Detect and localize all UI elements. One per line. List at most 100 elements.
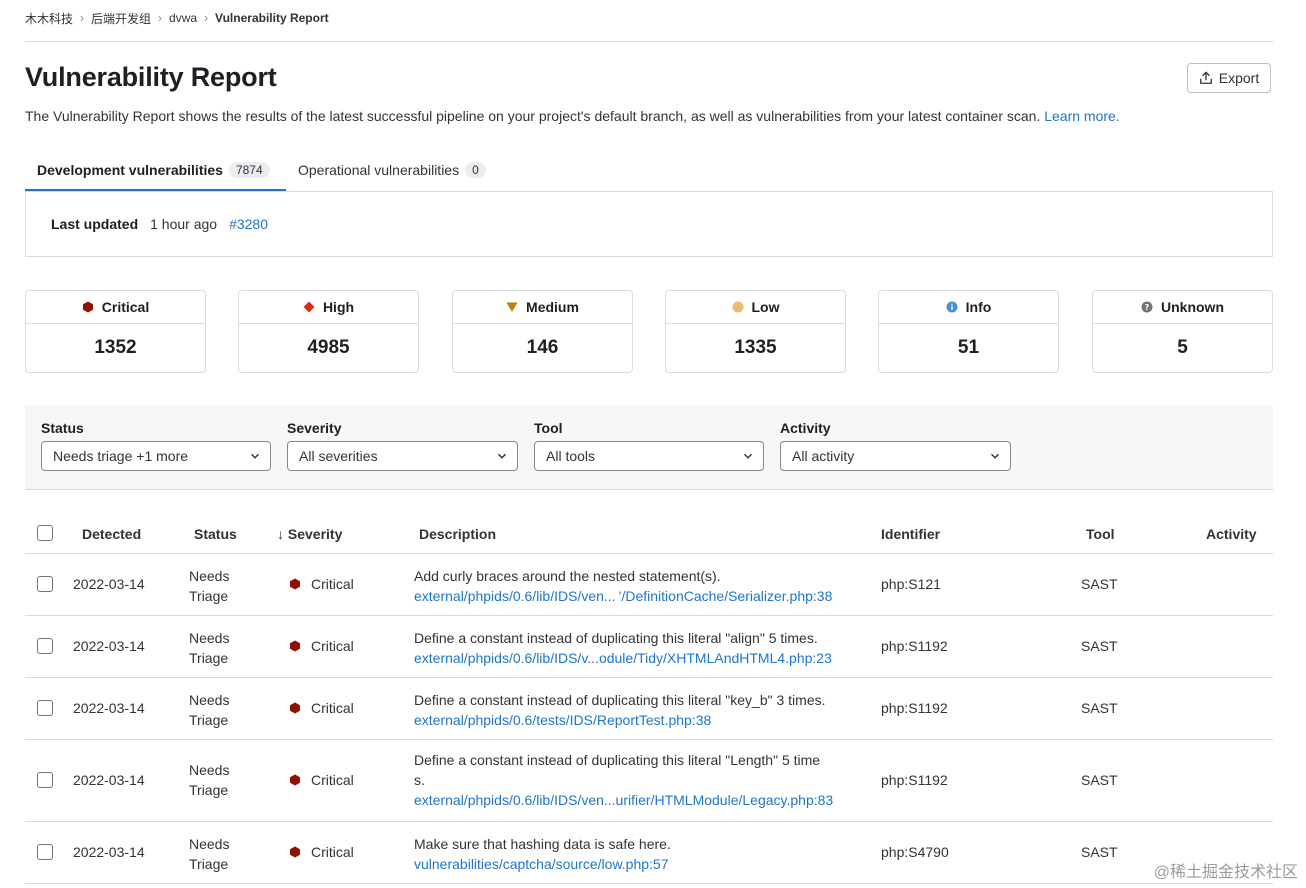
column-tool[interactable]: Tool xyxy=(1086,526,1115,542)
detected-date: 2022-03-14 xyxy=(73,772,145,788)
status-text: Needs xyxy=(189,762,230,778)
severity-critical-icon xyxy=(290,846,300,858)
status-text: Triage xyxy=(189,712,229,728)
watermark: @稀土掘金技术社区 xyxy=(1153,864,1298,881)
description-text[interactable]: Make sure that hashing data is safe here… xyxy=(414,836,671,852)
identifier-cell: php:S4790 xyxy=(881,844,949,860)
column-description[interactable]: Description xyxy=(419,526,496,542)
table-row[interactable]: 2022-03-14 Needs Triage Critical Define a… xyxy=(25,616,1273,678)
column-activity[interactable]: Activity xyxy=(1206,526,1257,542)
card-count: 1335 xyxy=(734,337,777,358)
tool-cell: SAST xyxy=(1081,844,1118,860)
severity-high-icon xyxy=(303,301,315,313)
filter-label: Activity xyxy=(780,420,831,436)
severity-cell: Critical xyxy=(289,576,354,592)
header-divider xyxy=(25,41,1273,42)
row-checkbox[interactable] xyxy=(37,576,53,592)
chevron-right-icon: › xyxy=(158,11,163,25)
status-text: Needs xyxy=(189,630,230,646)
column-detected[interactable]: Detected xyxy=(82,526,141,542)
tab-count-badge: 7874 xyxy=(228,161,270,178)
breadcrumb-item-group[interactable]: 木木科技 xyxy=(25,10,73,27)
dropdown-value: Needs triage +1 more xyxy=(53,448,189,464)
status-dropdown[interactable]: Needs triage +1 more xyxy=(41,441,271,471)
row-checkbox[interactable] xyxy=(37,844,53,860)
dropdown-value: All tools xyxy=(546,448,596,464)
severity-card-unknown: ? Unknown 5 xyxy=(1092,290,1273,373)
filter-tool: Tool All tools xyxy=(534,420,764,471)
severity-medium-icon xyxy=(506,302,518,312)
description-cell: Add curly braces around the nested state… xyxy=(414,566,832,606)
severity-critical-icon xyxy=(290,640,300,652)
chevron-down-icon xyxy=(497,453,507,459)
tab-operational-vulnerabilities[interactable]: Operational vulnerabilities 0 xyxy=(286,150,498,190)
description-text[interactable]: Define a constant instead of duplicating… xyxy=(414,752,820,768)
severity-low-icon xyxy=(732,301,743,313)
detected-date: 2022-03-14 xyxy=(73,700,145,716)
chevron-right-icon: › xyxy=(80,11,85,25)
severity-card-critical: Critical 1352 xyxy=(25,290,206,373)
file-location-link[interactable]: external/phpids/0.6/lib/IDS/v...odule/Ti… xyxy=(414,648,832,668)
description-text[interactable]: Add curly braces around the nested state… xyxy=(414,568,721,584)
chevron-down-icon xyxy=(250,453,260,459)
card-header: Low xyxy=(666,291,845,324)
severity-unknown-icon: ? xyxy=(1141,301,1153,313)
card-count: 146 xyxy=(526,337,559,358)
file-location-link[interactable]: vulnerabilities/captcha/source/low.php:5… xyxy=(414,854,671,874)
pipeline-status-box: Last updated 1 hour ago #3280 xyxy=(25,192,1273,257)
filter-label: Status xyxy=(41,420,84,436)
pipeline-link[interactable]: #3280 xyxy=(229,216,268,232)
status-cell: Needs Triage xyxy=(189,834,229,874)
description-text-wrap[interactable]: s. xyxy=(414,772,425,788)
export-label: Export xyxy=(1218,70,1260,86)
severity-label: Critical xyxy=(311,700,354,716)
export-button[interactable]: Export xyxy=(1187,63,1271,93)
severity-dropdown[interactable]: All severities xyxy=(287,441,518,471)
tool-dropdown[interactable]: All tools xyxy=(534,441,764,471)
description-text[interactable]: Define a constant instead of duplicating… xyxy=(414,692,826,708)
row-checkbox[interactable] xyxy=(37,638,53,654)
table-row[interactable]: 2022-03-14 Needs Triage Critical Define a… xyxy=(25,740,1273,822)
severity-cell: Critical xyxy=(289,700,354,716)
severity-card-high: High 4985 xyxy=(238,290,419,373)
page-description: The Vulnerability Report shows the resul… xyxy=(25,108,1120,124)
card-title: Medium xyxy=(526,299,579,315)
row-checkbox[interactable] xyxy=(37,700,53,716)
column-severity[interactable]: ↓ Severity xyxy=(277,526,342,542)
card-title: Unknown xyxy=(1161,299,1224,315)
severity-cell: Critical xyxy=(289,844,354,860)
breadcrumb-item-project[interactable]: dvwa xyxy=(169,11,197,25)
breadcrumb-item-current[interactable]: Vulnerability Report xyxy=(215,11,329,25)
tab-development-vulnerabilities[interactable]: Development vulnerabilities 7874 xyxy=(25,150,286,191)
status-text: Needs xyxy=(189,836,230,852)
table-row[interactable]: 2022-03-14 Needs Triage Critical Make sur… xyxy=(25,822,1273,884)
filter-activity: Activity All activity xyxy=(780,420,1011,471)
card-count: 5 xyxy=(1177,337,1188,358)
tool-cell: SAST xyxy=(1081,638,1118,654)
breadcrumb-item-subgroup[interactable]: 后端开发组 xyxy=(91,10,151,27)
row-checkbox[interactable] xyxy=(37,772,53,788)
tab-label: Operational vulnerabilities xyxy=(298,162,460,178)
file-location-link[interactable]: external/phpids/0.6/lib/IDS/ven... ’/Def… xyxy=(414,586,832,606)
select-all-checkbox[interactable] xyxy=(37,525,53,541)
report-tabs: Development vulnerabilities 7874 Operati… xyxy=(25,150,1273,192)
last-updated-label: Last updated xyxy=(51,216,139,232)
breadcrumb: 木木科技 › 后端开发组 › dvwa › Vulnerability Repo… xyxy=(25,9,329,27)
activity-dropdown[interactable]: All activity xyxy=(780,441,1011,471)
severity-critical-icon xyxy=(82,301,93,313)
description-cell: Define a constant instead of duplicating… xyxy=(414,750,833,810)
learn-more-link[interactable]: Learn more. xyxy=(1044,108,1119,124)
file-location-link[interactable]: external/phpids/0.6/tests/IDS/ReportTest… xyxy=(414,710,826,730)
card-count: 4985 xyxy=(307,337,350,358)
description-text[interactable]: Define a constant instead of duplicating… xyxy=(414,630,818,646)
column-identifier[interactable]: Identifier xyxy=(881,526,940,542)
description-cell: Define a constant instead of duplicating… xyxy=(414,628,832,668)
chevron-down-icon xyxy=(743,453,753,459)
table-row[interactable]: 2022-03-14 Needs Triage Critical Define a… xyxy=(25,678,1273,740)
description-cell: Make sure that hashing data is safe here… xyxy=(414,834,671,874)
tool-cell: SAST xyxy=(1081,576,1118,592)
filter-label: Tool xyxy=(534,420,563,436)
file-location-link[interactable]: external/phpids/0.6/lib/IDS/ven...urifie… xyxy=(414,790,833,810)
column-status[interactable]: Status xyxy=(194,526,237,542)
table-row[interactable]: 2022-03-14 Needs Triage Critical Add curl… xyxy=(25,554,1273,616)
